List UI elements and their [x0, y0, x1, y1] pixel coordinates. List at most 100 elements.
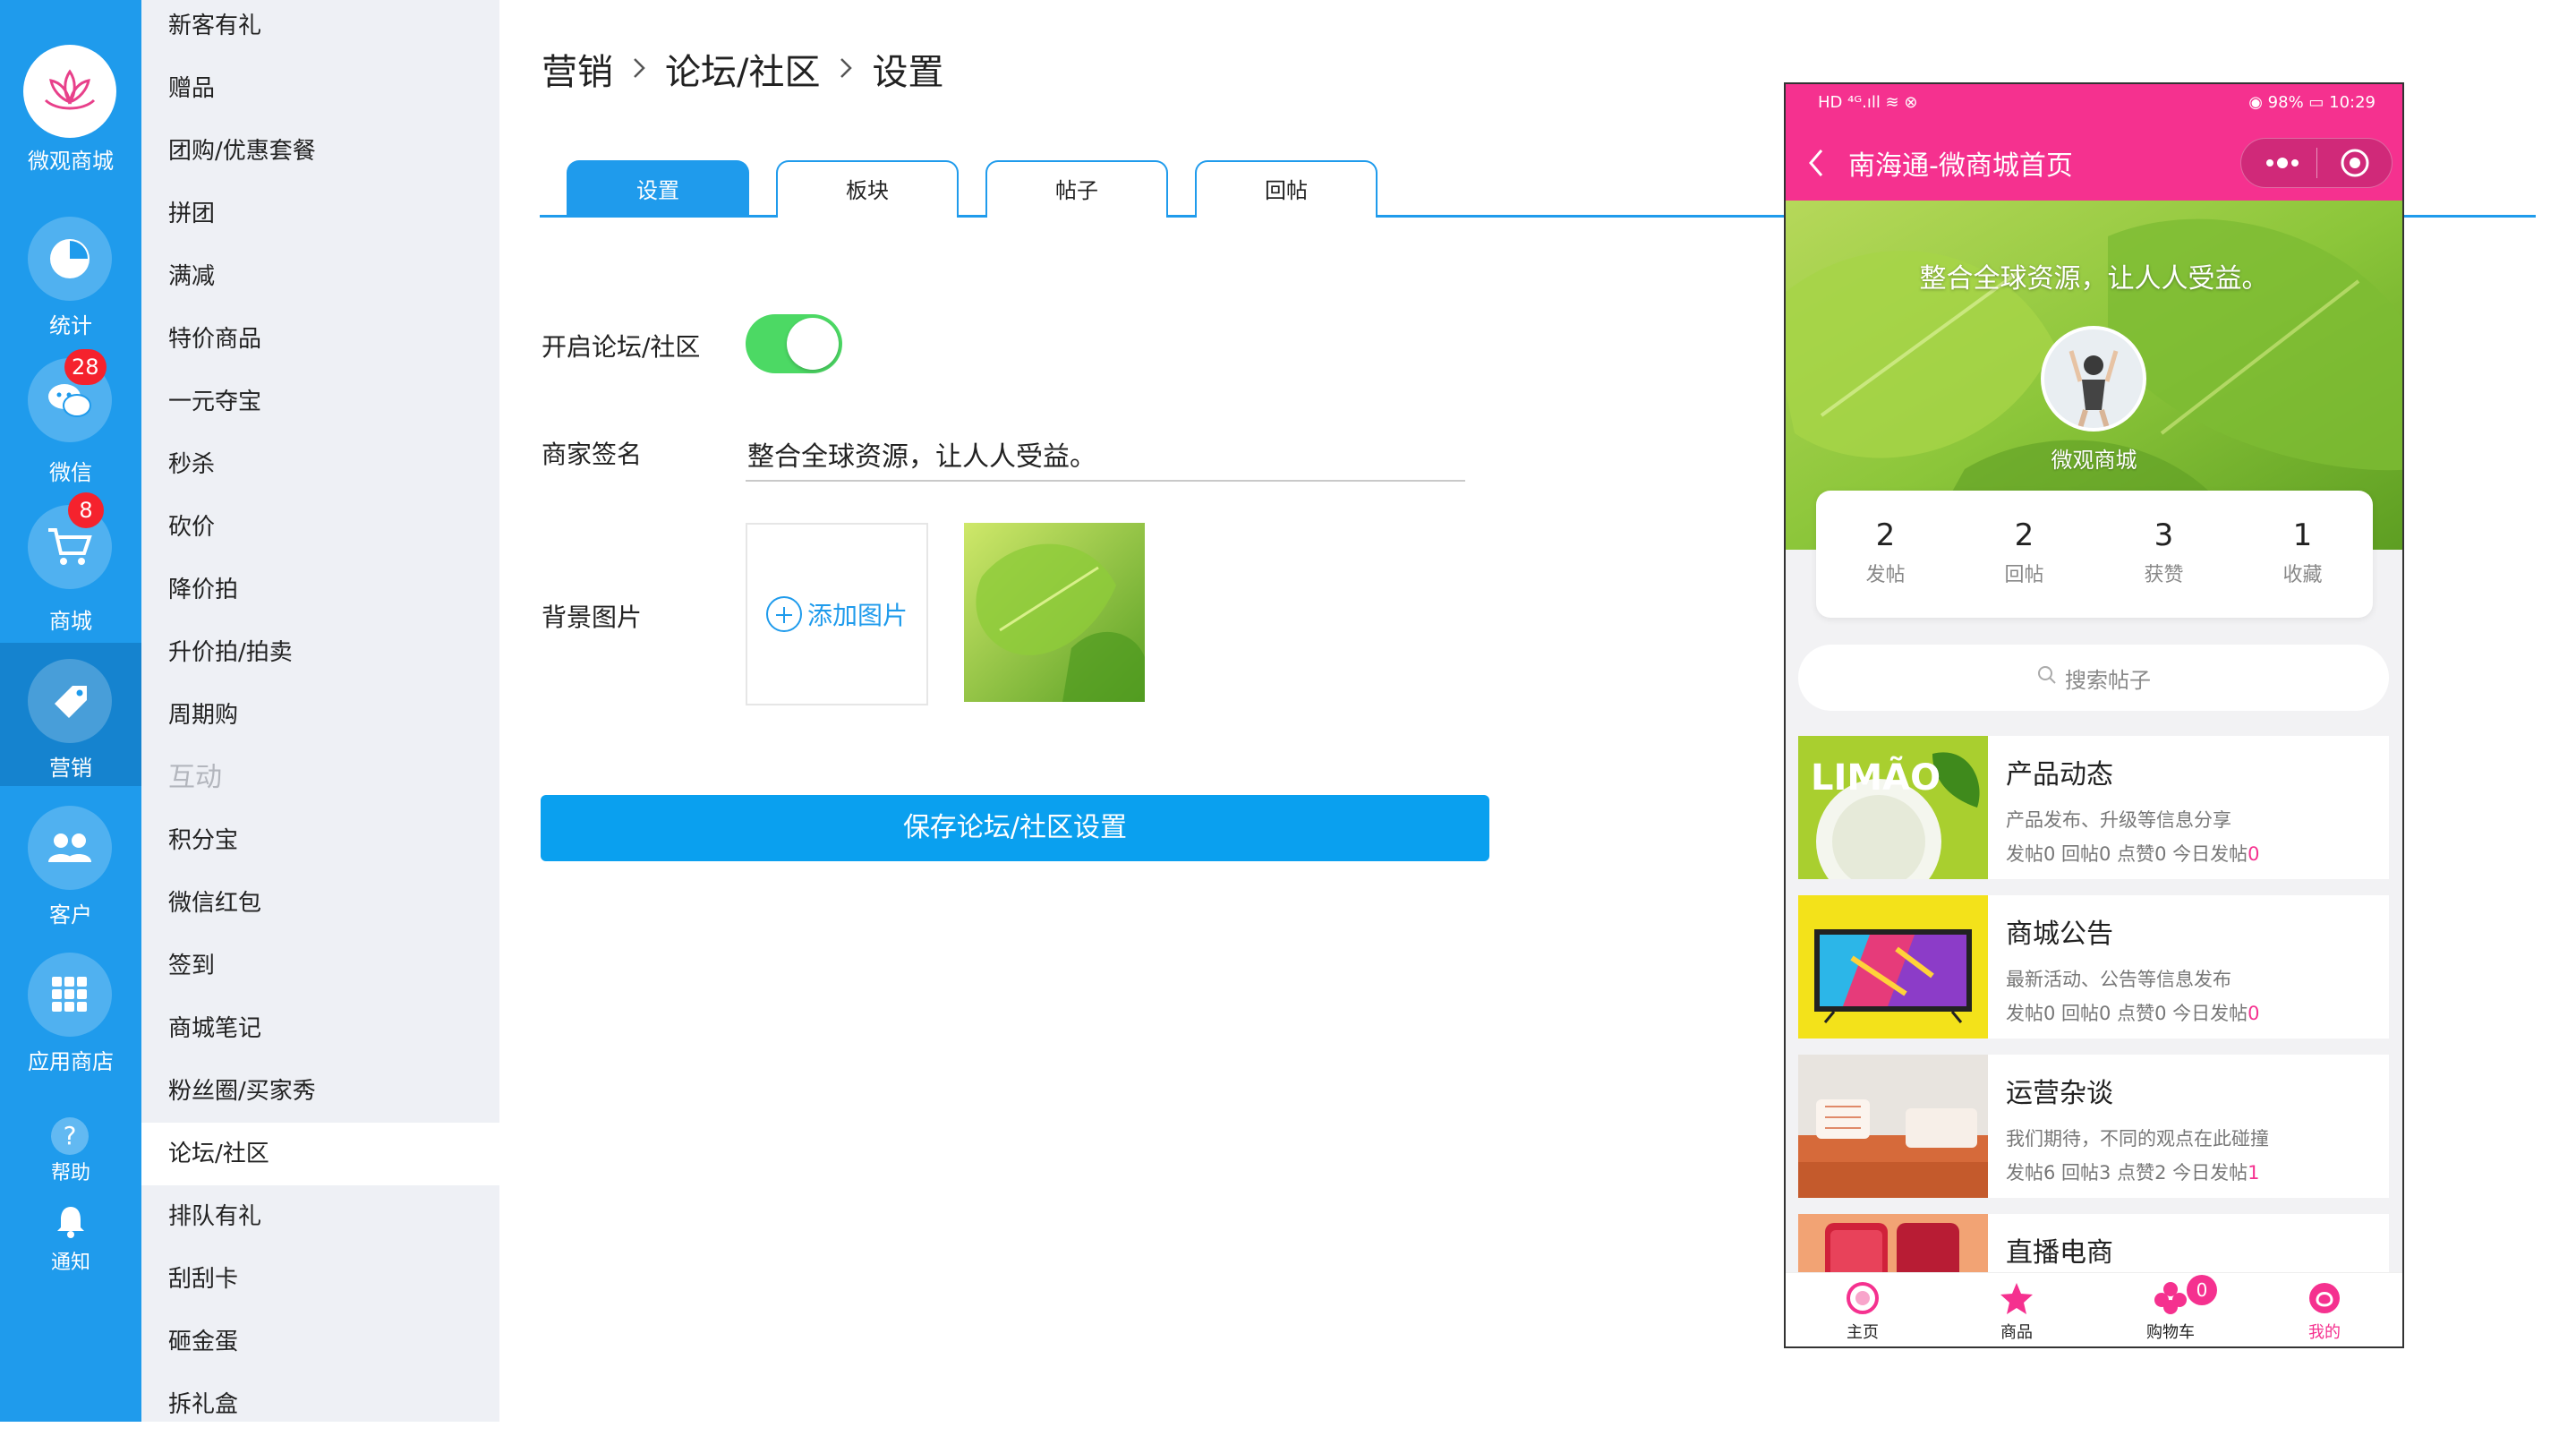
background-image-thumbnail[interactable]	[964, 523, 1145, 702]
submenu-item[interactable]: 排队有礼	[141, 1185, 499, 1248]
stat-label: 获赞	[2144, 564, 2184, 586]
signature-input[interactable]	[746, 428, 1465, 482]
shop-name: 微观商城	[2051, 448, 2137, 473]
rail-label-notify: 通知	[50, 1252, 90, 1274]
rail-item-customers[interactable]: 客户	[0, 806, 141, 940]
submenu-item[interactable]: 秒杀	[141, 433, 499, 496]
submenu-item[interactable]: 签到	[141, 935, 499, 997]
add-image-label: 添加图片	[806, 601, 908, 630]
rail-item-wechat[interactable]: 28 微信	[0, 349, 141, 492]
submenu-item[interactable]: 周期购	[141, 684, 499, 747]
submenu-item[interactable]: 特价商品	[141, 308, 499, 371]
board-stats-text: 发帖0 回帖0 点赞0 今日发帖	[2006, 843, 2248, 865]
submenu-item[interactable]: 赠品	[141, 57, 499, 120]
tab-replies[interactable]: 回帖	[1195, 160, 1378, 218]
tab-boards[interactable]: 板块	[776, 160, 959, 218]
board-stats: 发帖6 回帖3 点赞2 今日发帖1	[2006, 1158, 2259, 1185]
submenu-item[interactable]: 粉丝圈/买家秀	[141, 1060, 499, 1123]
rail-label-wechat: 微信	[49, 460, 92, 485]
users-icon	[28, 806, 112, 890]
rail-item-stats[interactable]: 统计	[0, 211, 141, 346]
background-image-label: 背景图片	[542, 603, 643, 632]
me-icon	[2307, 1280, 2342, 1316]
mall-badge: 8	[68, 492, 104, 528]
bell-icon	[53, 1203, 89, 1239]
submenu-item-forum[interactable]: 论坛/社区	[141, 1123, 499, 1185]
submenu-item[interactable]: 商城笔记	[141, 997, 499, 1060]
more-dots-icon[interactable]	[2265, 154, 2300, 175]
mobile-preview: HD ⁴ᴳ.ıll ≋ ⊗ ◉ 98% ▭ 10:29 南海通-微商城首页 整合…	[1784, 82, 2404, 1348]
submenu-item[interactable]: 积分宝	[141, 809, 499, 872]
rail-item-notify[interactable]: 通知	[0, 1203, 141, 1275]
submenu-item[interactable]: 团购/优惠套餐	[141, 120, 499, 183]
back-arrow-icon[interactable]	[1805, 147, 1825, 183]
breadcrumb: 营销 论坛/社区 设置	[542, 43, 943, 95]
tabbar-home[interactable]: 主页	[1786, 1280, 1940, 1343]
avatar[interactable]	[2041, 326, 2146, 432]
submenu-item[interactable]: 升价拍/拍卖	[141, 621, 499, 684]
submenu: 新客有礼 赠品 团购/优惠套餐 拼团 满减 特价商品 一元夺宝 秒杀 砍价 降价…	[141, 0, 499, 1422]
capsule-divider	[2316, 148, 2317, 178]
board-description: 产品发布、升级等信息分享	[2006, 809, 2231, 831]
board-title: 商城公告	[2006, 919, 2113, 950]
chevron-right-icon	[631, 48, 647, 90]
breadcrumb-item[interactable]: 论坛/社区	[665, 43, 820, 95]
submenu-item[interactable]: 拼团	[141, 183, 499, 245]
submenu-item[interactable]: 微信红包	[141, 872, 499, 935]
rail-item-marketing[interactable]: 营销	[0, 643, 141, 786]
submenu-item[interactable]: 新客有礼	[141, 0, 499, 57]
save-settings-button[interactable]: 保存论坛/社区设置	[541, 795, 1489, 861]
board-image-text: LIMÃO	[1811, 755, 1941, 799]
add-image-button[interactable]: 添加图片	[746, 523, 928, 705]
close-target-icon[interactable]	[2340, 148, 2370, 182]
nav-title: 南海通-微商城首页	[1848, 150, 2073, 182]
tabbar-goods[interactable]: 商品	[1940, 1280, 2094, 1343]
stat-favorites[interactable]: 1 收藏	[2233, 517, 2372, 587]
search-posts-input[interactable]: 搜索帖子	[1798, 645, 2389, 711]
board-stats: 发帖0 回帖0 点赞0 今日发帖0	[2006, 840, 2259, 867]
stat-likes[interactable]: 3 获赞	[2094, 517, 2233, 587]
tab-settings[interactable]: 设置	[567, 160, 749, 218]
hero-signature: 整合全球资源，让人人受益。	[1919, 263, 2269, 295]
stat-posts[interactable]: 2 发帖	[1816, 517, 1955, 587]
help-icon: ?	[51, 1117, 89, 1155]
submenu-item[interactable]: 拆礼盒	[141, 1373, 499, 1436]
rail-item-appstore[interactable]: 应用商店	[0, 953, 141, 1087]
board-card[interactable]: LIMÃO 产品动态 产品发布、升级等信息分享 发帖0 回帖0 点赞0 今日发帖…	[1798, 736, 2389, 879]
mini-program-tabbar: 主页 商品 0 购物车 我的	[1786, 1272, 2402, 1346]
submenu-item[interactable]: 砍价	[141, 496, 499, 559]
submenu-item[interactable]: 砸金蛋	[141, 1311, 499, 1373]
search-icon	[2036, 664, 2058, 691]
stat-label: 回帖	[2004, 564, 2044, 586]
rail-item-mall[interactable]: 8 商城	[0, 492, 141, 639]
board-image	[1798, 895, 1988, 1039]
tabbar-cart[interactable]: 0 购物车	[2094, 1275, 2248, 1343]
stat-label: 发帖	[1865, 564, 1906, 586]
tab-posts[interactable]: 帖子	[985, 160, 1168, 218]
rail-item-help[interactable]: ? 帮助	[0, 1115, 141, 1187]
submenu-item[interactable]: 一元夺宝	[141, 371, 499, 433]
submenu-item[interactable]: 满减	[141, 245, 499, 308]
board-title: 运营杂谈	[2006, 1078, 2113, 1109]
apps-grid-icon	[28, 953, 112, 1037]
mini-program-nav: 南海通-微商城首页	[1786, 124, 2402, 201]
logo-icon[interactable]	[23, 45, 116, 138]
stat-number: 2	[1875, 517, 1896, 553]
board-description: 我们期待，不同的观点在此碰撞	[2006, 1128, 2269, 1150]
board-description: 最新活动、公告等信息发布	[2006, 969, 2231, 990]
board-card[interactable]: 商城公告 最新活动、公告等信息发布 发帖0 回帖0 点赞0 今日发帖0	[1798, 895, 2389, 1039]
submenu-item[interactable]: 降价拍	[141, 559, 499, 621]
board-stats: 发帖0 回帖0 点赞0 今日发帖0	[2006, 999, 2259, 1026]
board-card[interactable]: 运营杂谈 我们期待，不同的观点在此碰撞 发帖6 回帖3 点赞2 今日发帖1	[1798, 1055, 2389, 1198]
tabbar-label: 我的	[2308, 1323, 2341, 1342]
rail-label-stats: 统计	[49, 313, 92, 338]
tabbar-me[interactable]: 我的	[2248, 1280, 2401, 1343]
plus-circle-icon	[765, 596, 802, 632]
stat-replies[interactable]: 2 回帖	[1955, 517, 2094, 587]
board-title: 产品动态	[2006, 759, 2113, 791]
breadcrumb-item[interactable]: 营销	[542, 43, 613, 95]
board-today-count: 1	[2248, 1162, 2260, 1184]
submenu-item[interactable]: 刮刮卡	[141, 1248, 499, 1311]
stat-number: 2	[2014, 517, 2034, 553]
enable-forum-toggle[interactable]	[746, 314, 842, 373]
